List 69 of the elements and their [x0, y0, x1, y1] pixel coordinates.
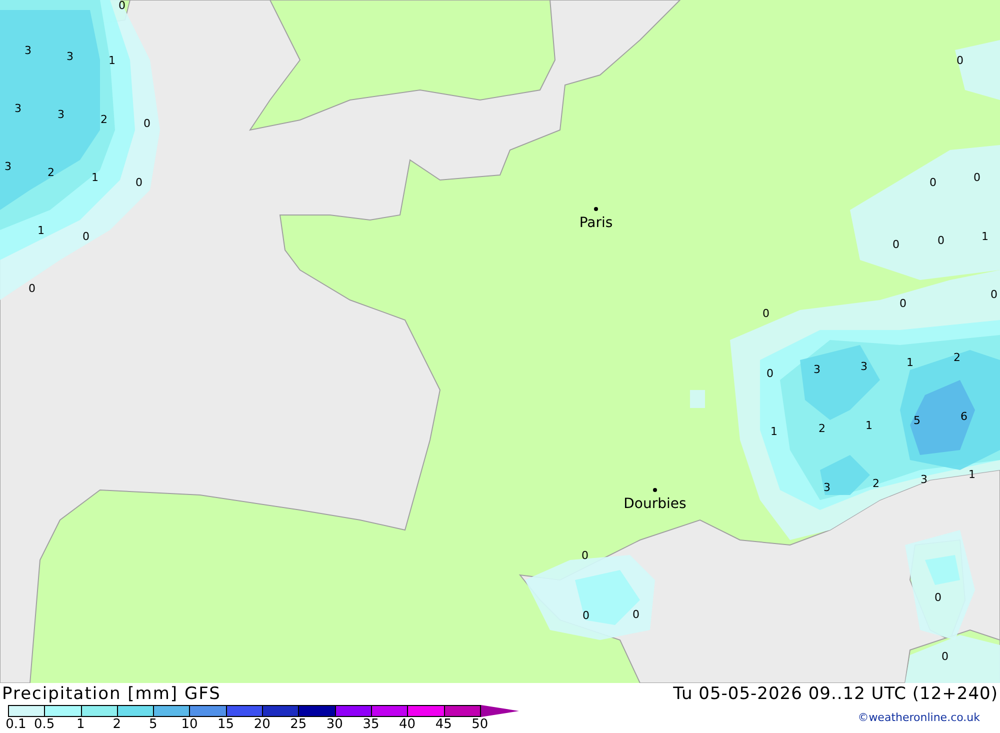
contour-label: 3	[824, 481, 830, 494]
legend-tick-label: 45	[435, 717, 452, 732]
contour-label: 0	[582, 549, 588, 562]
contour-label: 0	[144, 117, 150, 130]
precipitation-area	[575, 570, 640, 625]
contour-label: 0	[934, 591, 942, 604]
precipitation-area	[955, 40, 1000, 100]
contour-label: 3	[58, 108, 64, 121]
contour-label: 0	[136, 176, 142, 189]
chart-title: Precipitation [mm] GFS	[2, 684, 221, 704]
credit-link[interactable]: ©weatheronline.co.uk	[858, 711, 1000, 724]
contour-label: 0	[974, 171, 980, 184]
contour-label: 0	[956, 54, 964, 67]
legend-tick-label: 20	[254, 717, 270, 732]
legend-tick-label: 40	[399, 717, 416, 732]
precipitation-area	[820, 455, 870, 495]
contour-label: 1	[906, 356, 914, 369]
contour-label: 3	[814, 363, 820, 376]
legend-tick-label: 50	[472, 717, 488, 732]
legend-tick-label: 2	[112, 717, 122, 732]
contour-label: 6	[960, 410, 968, 423]
contour-label: 0	[632, 608, 640, 621]
contour-label: 3	[24, 44, 32, 57]
contour-label: 0	[990, 288, 998, 301]
legend-tick-label: 15	[218, 717, 234, 732]
contour-label: 1	[92, 171, 98, 184]
contour-label: 2	[818, 422, 826, 435]
contour-label: 1	[108, 54, 116, 67]
contour-label: 0	[28, 282, 36, 295]
contour-label: 0	[942, 650, 948, 663]
legend-tick-label: 5	[149, 717, 158, 732]
contour-label: 3	[4, 160, 12, 173]
contour-label: 5	[914, 414, 920, 427]
contour-label: 1	[982, 230, 988, 243]
contour-label: 0	[892, 238, 900, 251]
contour-label: 3	[66, 50, 74, 63]
legend-arrow	[480, 705, 519, 717]
contour-label: 1	[38, 224, 44, 237]
contour-label: 0	[766, 367, 774, 380]
legend-tick-label: 1	[76, 717, 85, 732]
legend-tick-label: 10	[181, 717, 198, 732]
contour-label: 0	[582, 609, 590, 622]
contour-label: 2	[48, 166, 54, 179]
forecast-datetime: Tu 05-05-2026 09..12 UTC (12+240)	[673, 684, 999, 704]
legend-tick-label: 25	[290, 717, 307, 732]
contour-label: 0	[118, 0, 126, 12]
city-marker	[594, 207, 598, 211]
contour-label: 0	[930, 176, 936, 189]
contour-label: 1	[866, 419, 872, 432]
contour-label: 1	[968, 468, 976, 481]
contour-label: 0	[82, 230, 90, 243]
contour-label: 2	[872, 477, 880, 490]
legend-tick-label: 35	[362, 717, 380, 732]
city-label: Paris	[579, 215, 613, 231]
contour-label: 3	[14, 102, 22, 115]
legend-tick-label: 0.1	[6, 717, 26, 732]
contour-label: 0	[938, 234, 944, 247]
contour-label: 0	[900, 297, 906, 310]
precipitation-area	[690, 390, 705, 408]
legend-tick-label: 0.5	[34, 717, 55, 732]
contour-label: 3	[860, 360, 868, 373]
legend-tick-label: 30	[326, 717, 343, 732]
city-marker	[653, 488, 657, 492]
contour-label: 3	[920, 473, 928, 486]
city-label: Dourbies	[624, 496, 686, 512]
contour-label: 2	[954, 351, 960, 364]
contour-label: 2	[100, 113, 108, 126]
contour-label: 0	[762, 307, 770, 320]
contour-label: 1	[770, 425, 778, 438]
